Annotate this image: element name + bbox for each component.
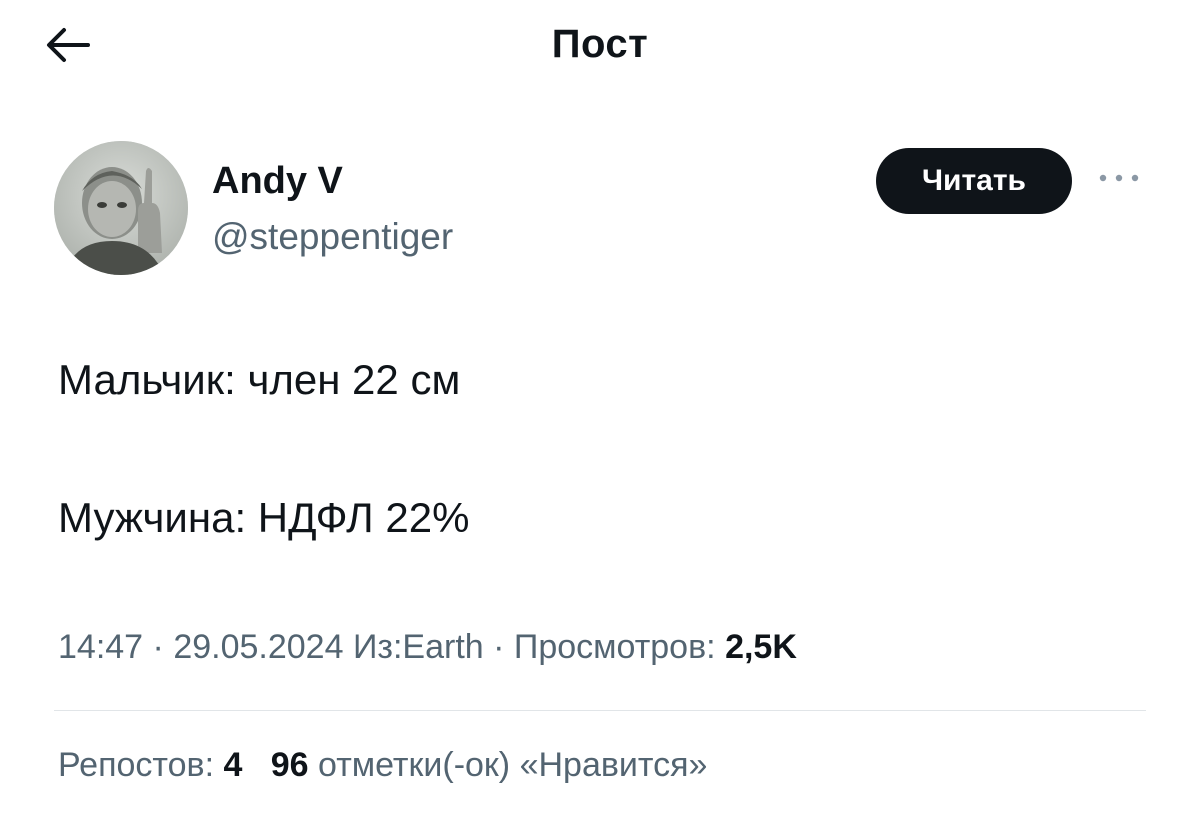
likes-count: 96 — [270, 746, 309, 784]
author-handle[interactable]: @steppentiger — [212, 216, 453, 258]
more-options-button[interactable] — [1092, 160, 1146, 200]
meta-separator: · — [143, 628, 174, 666]
post-page: Пост Andy V @steppentiger Читать Мальчик… — [0, 0, 1200, 818]
divider — [54, 710, 1146, 711]
author-display-name[interactable]: Andy V — [212, 160, 343, 203]
post-meta: 14:47 · 29.05.2024 Из:Earth · Просмотров… — [58, 628, 797, 667]
meta-separator: · — [483, 628, 514, 666]
post-date[interactable]: 29.05.2024 — [173, 628, 343, 666]
reposts-stat[interactable]: Репостов: 4 — [58, 746, 252, 784]
avatar[interactable] — [54, 141, 188, 275]
page-title: Пост — [551, 22, 649, 66]
post-source: Из:Earth — [352, 628, 484, 666]
more-horizontal-icon — [1097, 171, 1141, 189]
post-stats: Репостов: 4 96 отметки(-ок) «Нравится» — [58, 746, 707, 785]
post-time[interactable]: 14:47 — [58, 628, 143, 666]
follow-button[interactable]: Читать — [876, 148, 1072, 214]
post-text-line: Мальчик: член 22 см — [58, 356, 461, 403]
views-label: Просмотров: — [513, 628, 716, 666]
likes-label: отметки(-ок) «Нравится» — [318, 746, 708, 784]
reposts-label: Репостов: — [58, 746, 215, 784]
post-text-line: Мужчина: НДФЛ 22% — [58, 494, 470, 541]
views-count: 2,5K — [725, 628, 797, 666]
reposts-count: 4 — [223, 746, 243, 784]
likes-stat[interactable]: 96 отметки(-ок) «Нравится» — [261, 746, 708, 784]
